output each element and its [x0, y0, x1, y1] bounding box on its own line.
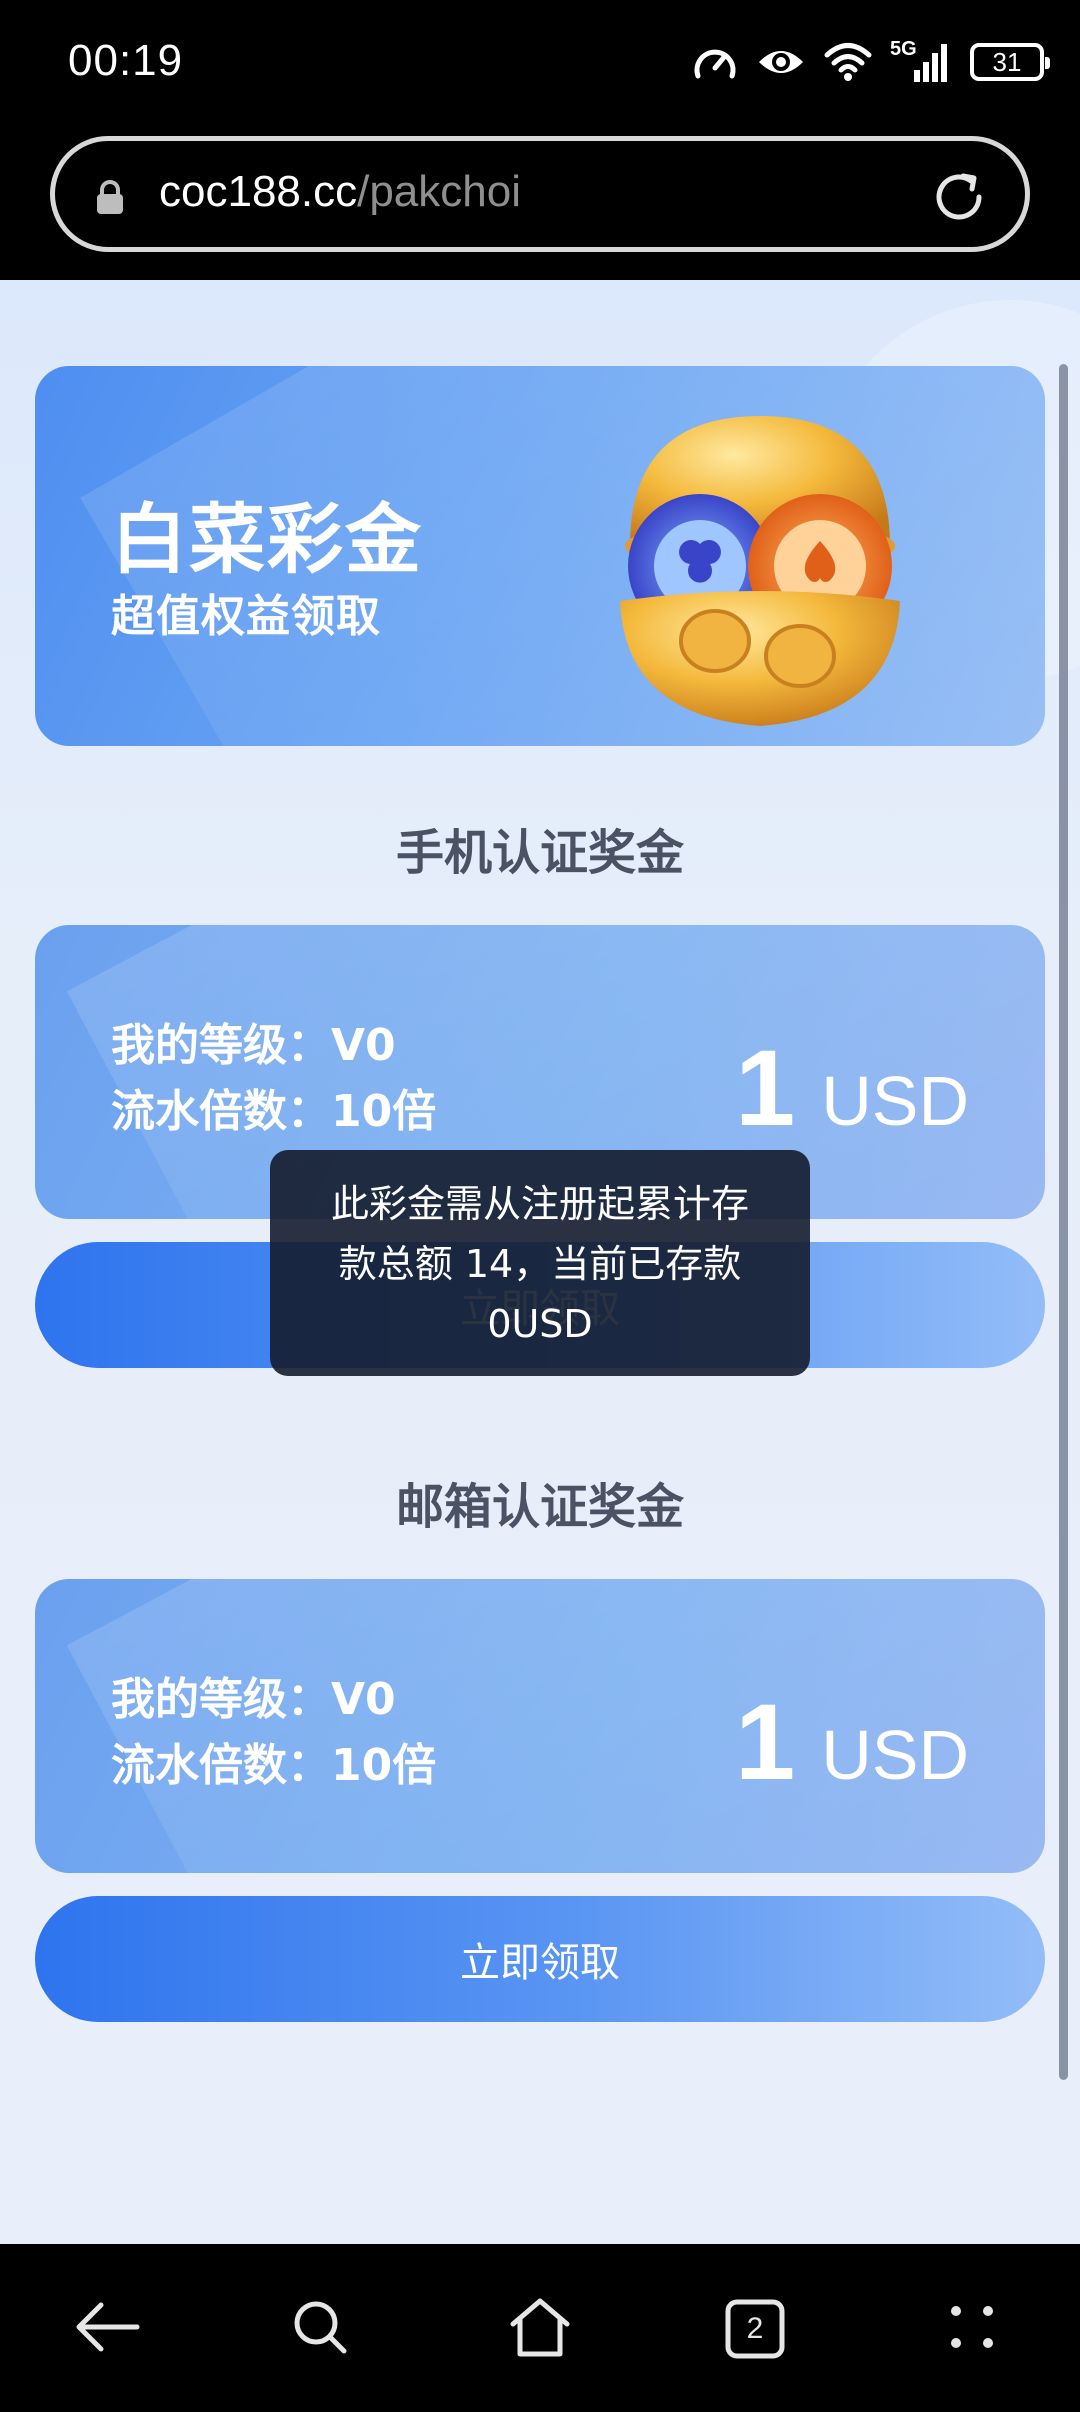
promo-banner: 白菜彩金 超值权益领取 [35, 366, 1045, 746]
banner-subtitle: 超值权益领取 [111, 591, 381, 642]
url-path: /pakchoi [357, 167, 521, 216]
url-text[interactable]: coc188.cc/pakchoi [159, 167, 521, 217]
web-page[interactable]: 白菜彩金 超值权益领取 手机认证奖金 我的等级：V0 流水倍数：10倍 1 US… [0, 280, 1080, 2244]
menu-button[interactable] [922, 2284, 1022, 2374]
lock-icon[interactable] [95, 179, 125, 219]
eye-comfort-icon [756, 44, 806, 80]
email-bonus-title: 邮箱认证奖金 [395, 1479, 684, 1535]
url-domain: coc188.cc [159, 167, 358, 216]
bonus-amount-unit: USD [821, 1062, 969, 1140]
toast-line: 0USD [487, 1302, 593, 1346]
browser-navigation-bar: 2 [0, 2244, 1080, 2412]
battery-icon: 31 [970, 43, 1050, 81]
back-arrow-icon [75, 2301, 141, 2357]
status-icons: 5G 31 [692, 36, 1050, 88]
treasure-egg-icon [595, 396, 925, 746]
phone-bonus-title: 手机认证奖金 [395, 825, 684, 881]
scrollbar[interactable] [1059, 364, 1068, 2080]
signal-icon: 5G [890, 38, 952, 84]
multiplier-text: 流水倍数：10倍 [111, 1740, 437, 1791]
battery-level: 31 [992, 46, 1022, 77]
bonus-amount-value: 1 [735, 1681, 796, 1802]
level-text: 我的等级：V0 [111, 1020, 396, 1071]
data-saver-icon [692, 42, 738, 82]
deposit-requirement-toast: 此彩金需从注册起累计存 款总额 14，当前已存款 0USD [270, 1150, 810, 1376]
bonus-amount-unit: USD [821, 1716, 969, 1794]
more-dots-icon [942, 2297, 1002, 2361]
address-bar[interactable]: coc188.cc/pakchoi [50, 136, 1030, 252]
banner-title: 白菜彩金 [111, 495, 423, 584]
search-button[interactable] [270, 2284, 370, 2374]
search-icon [290, 2297, 350, 2361]
status-time: 00:19 [68, 36, 184, 85]
bonus-amount-value: 1 [735, 1027, 796, 1148]
tabs-icon: 2 [725, 2299, 785, 2359]
bonus-amount: 1 USD [735, 1025, 969, 1150]
home-icon [507, 2296, 573, 2362]
multiplier-text: 流水倍数：10倍 [111, 1086, 437, 1137]
claim-email-bonus-button[interactable]: 立即领取 [35, 1896, 1045, 2022]
toast-line: 款总额 14，当前已存款 [338, 1242, 742, 1286]
back-button[interactable] [58, 2284, 158, 2374]
toast-line: 此彩金需从注册起累计存 [330, 1182, 749, 1226]
level-text: 我的等级：V0 [111, 1674, 396, 1725]
bonus-amount: 1 USD [735, 1679, 969, 1804]
status-bar: 00:19 5G 31 [0, 0, 1080, 126]
home-button[interactable] [490, 2284, 590, 2374]
tabs-button[interactable]: 2 [705, 2284, 805, 2374]
tab-count: 2 [746, 2312, 764, 2345]
wifi-icon [824, 42, 872, 82]
reload-icon[interactable] [929, 167, 989, 231]
browser-toolbar: coc188.cc/pakchoi [0, 126, 1080, 280]
email-bonus-card: 我的等级：V0 流水倍数：10倍 1 USD [35, 1579, 1045, 1873]
